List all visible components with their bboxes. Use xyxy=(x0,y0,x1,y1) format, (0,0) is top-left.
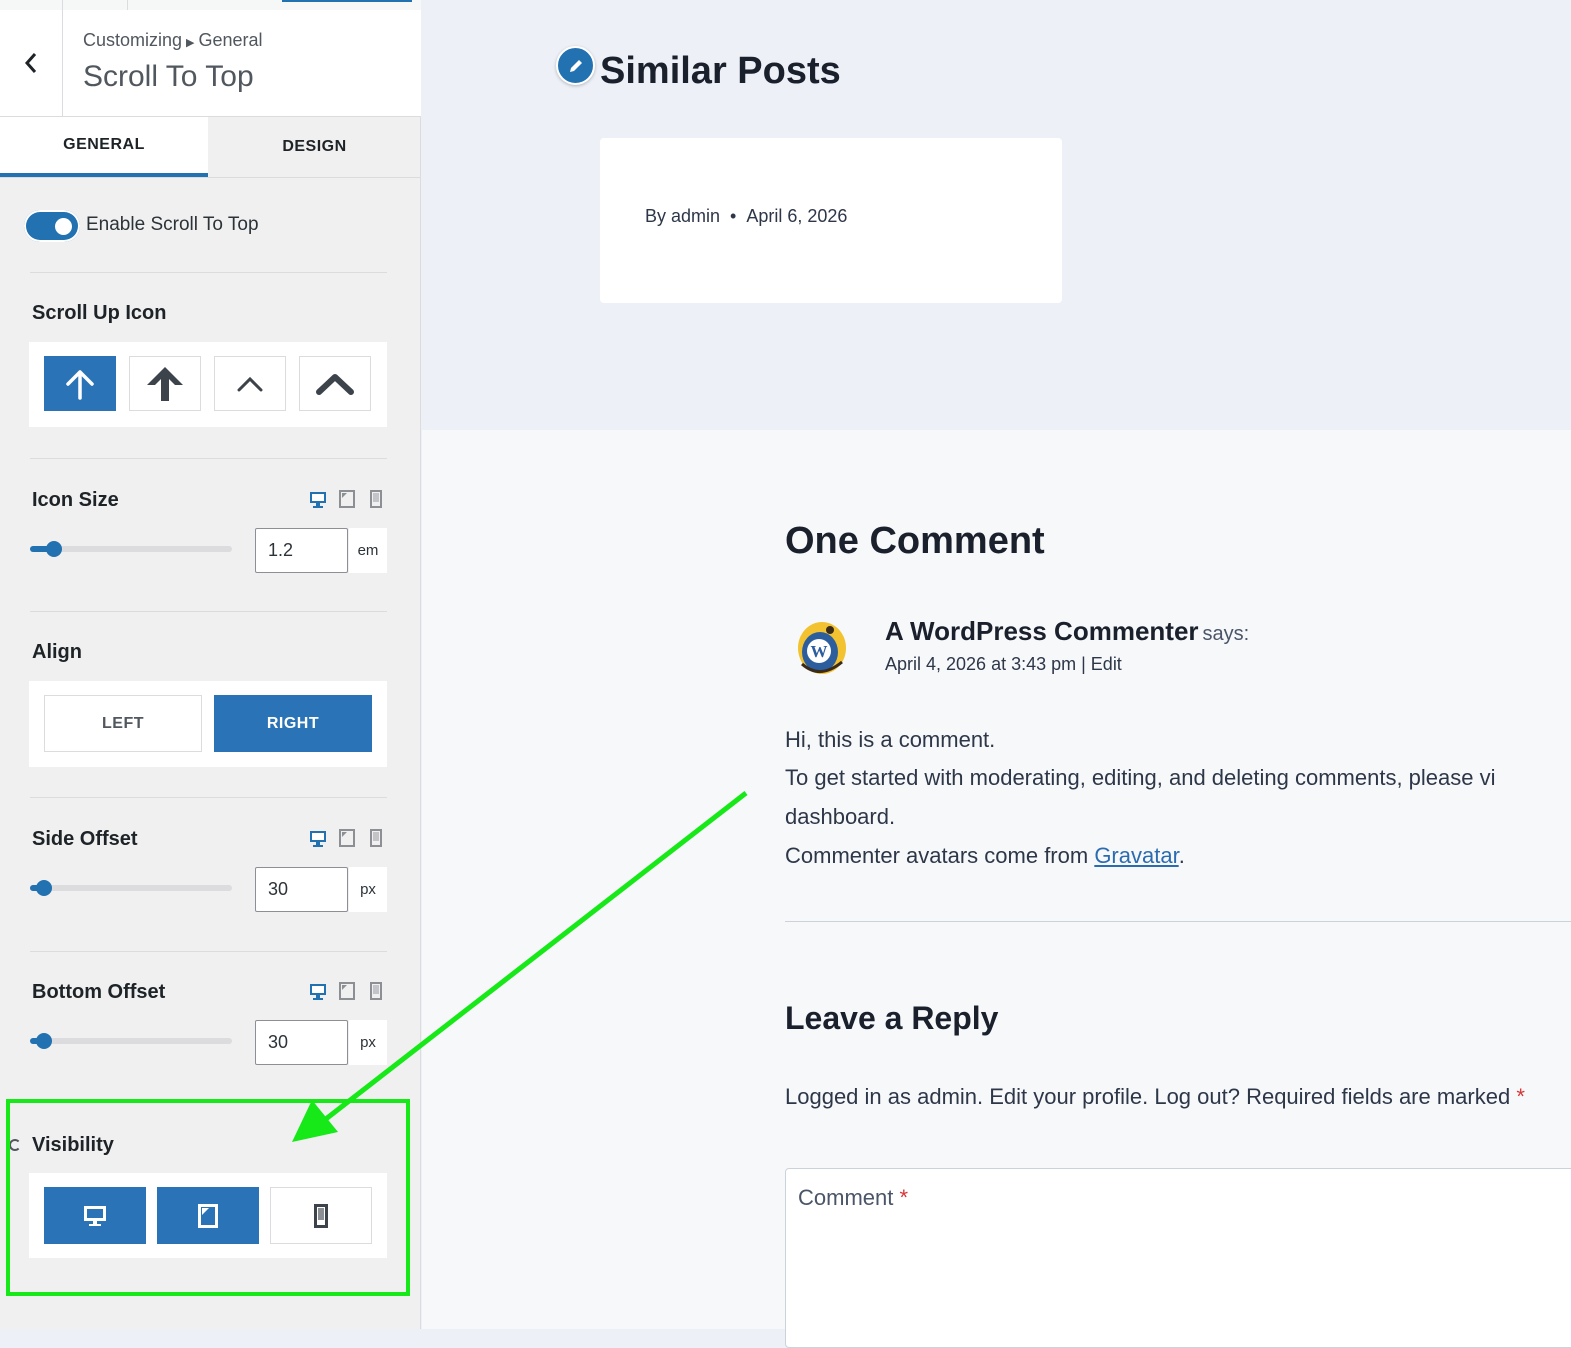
leave-reply-title: Leave a Reply xyxy=(785,1000,999,1036)
tab-general[interactable]: GENERAL xyxy=(0,117,208,177)
comment-field-label-text: Comment xyxy=(798,1185,894,1210)
divider xyxy=(30,272,387,273)
gravatar-suffix: . xyxy=(1178,843,1185,868)
divider xyxy=(30,951,387,952)
comment-date[interactable]: April 4, 2026 at 3:43 pm | Edit xyxy=(885,654,1122,675)
side-offset-slider[interactable] xyxy=(30,880,232,896)
desktop-icon xyxy=(84,1205,106,1226)
logged-in-text: Logged in as admin. Edit your profile. L… xyxy=(785,1084,1517,1109)
icon-option-chevron-up-bold[interactable] xyxy=(299,356,371,411)
post-meta: By admin • April 6, 2026 xyxy=(645,206,847,227)
side-offset-device-switcher xyxy=(309,829,385,847)
meta-separator: • xyxy=(730,206,737,226)
post-author: By admin xyxy=(645,206,721,226)
post-date: April 6, 2026 xyxy=(746,206,848,226)
logged-in-notice: Logged in as admin. Edit your profile. L… xyxy=(785,1084,1525,1110)
visibility-tablet-button[interactable] xyxy=(157,1187,259,1244)
tablet-icon[interactable] xyxy=(338,982,356,1000)
commenter-avatar: W xyxy=(790,618,850,680)
icon-size-input[interactable] xyxy=(255,528,348,573)
tablet-icon[interactable] xyxy=(338,829,356,847)
edit-shortcut-button[interactable] xyxy=(556,46,595,85)
comment-author-name[interactable]: A WordPress Commenter xyxy=(885,616,1199,646)
panel-title: Scroll To Top xyxy=(83,60,254,93)
align-right-button[interactable]: RIGHT xyxy=(214,695,372,752)
chevron-up-thin-icon xyxy=(237,376,263,391)
svg-text:W: W xyxy=(811,642,828,661)
chevron-left-icon xyxy=(24,53,37,73)
tablet-icon xyxy=(198,1203,218,1228)
visibility-mobile-button[interactable] xyxy=(270,1187,372,1244)
comment-textarea[interactable]: Comment * xyxy=(785,1168,1571,1348)
mobile-icon[interactable] xyxy=(367,982,385,1000)
bottom-offset-heading: Bottom Offset xyxy=(32,981,166,1003)
bottom-offset-input[interactable] xyxy=(255,1020,348,1065)
scroll-up-icon-options xyxy=(29,342,387,427)
side-offset-input[interactable] xyxy=(255,867,348,912)
customizer-sidebar: Customizing ▶ General Scroll To Top GENERA… xyxy=(0,0,421,1329)
side-offset-unit[interactable]: px xyxy=(349,867,387,912)
mobile-icon[interactable] xyxy=(367,490,385,508)
bottom-offset-unit[interactable]: px xyxy=(349,1020,387,1065)
icon-option-chevron-up-thin[interactable] xyxy=(214,356,286,411)
enable-scroll-label: Enable Scroll To Top xyxy=(86,214,259,235)
visibility-heading: Visibility xyxy=(32,1134,114,1156)
comment-says: says: xyxy=(1202,623,1250,645)
divider xyxy=(30,797,387,798)
comment-text-line: dashboard. xyxy=(785,804,896,829)
icon-size-unit[interactable]: em xyxy=(349,528,387,573)
divider xyxy=(30,611,387,612)
desktop-icon[interactable] xyxy=(309,490,327,508)
post-card[interactable]: By admin • April 6, 2026 xyxy=(600,138,1062,303)
icon-size-slider[interactable] xyxy=(30,541,232,557)
side-offset-heading: Side Offset xyxy=(32,828,138,850)
comment-text-line: Hi, this is a comment. xyxy=(785,727,996,752)
chevron-up-bold-icon xyxy=(316,373,354,395)
icon-size-heading: Icon Size xyxy=(32,489,119,511)
mobile-icon[interactable] xyxy=(367,829,385,847)
bottom-offset-device-switcher xyxy=(309,982,385,1000)
comments-title: One Comment xyxy=(785,520,1045,562)
icon-option-arrow-up-bold[interactable] xyxy=(129,356,201,411)
icon-option-arrow-up-thin[interactable] xyxy=(44,356,116,411)
breadcrumb-parent: Customizing xyxy=(83,30,183,50)
similar-posts-title: Similar Posts xyxy=(600,50,841,92)
breadcrumb-arrow-icon: ▶ xyxy=(186,37,195,49)
icon-size-device-switcher xyxy=(309,490,385,508)
comment-author[interactable]: A WordPress Commenter says: xyxy=(885,616,1249,647)
mobile-icon xyxy=(314,1203,328,1228)
customizer-header: Customizing ▶ General Scroll To Top xyxy=(0,10,421,117)
tab-design[interactable]: DESIGN xyxy=(208,117,421,177)
align-heading: Align xyxy=(32,641,82,663)
gravatar-prefix: Commenter avatars come from xyxy=(785,843,1095,868)
gravatar-link[interactable]: Gravatar xyxy=(1094,843,1178,868)
desktop-icon[interactable] xyxy=(309,829,327,847)
arrow-up-bold-icon xyxy=(147,366,183,401)
visibility-options xyxy=(29,1173,387,1258)
pencil-icon xyxy=(569,59,582,72)
visibility-desktop-button[interactable] xyxy=(44,1187,146,1244)
breadcrumb-section: General xyxy=(198,30,263,50)
align-options: LEFT RIGHT xyxy=(29,681,387,767)
comments-divider xyxy=(785,921,1571,922)
required-mark: * xyxy=(1516,1084,1525,1109)
enable-scroll-toggle[interactable] xyxy=(24,210,80,242)
tab-bar: GENERAL DESIGN xyxy=(0,117,421,178)
comment-field-label: Comment * xyxy=(798,1185,908,1211)
comment-required-mark: * xyxy=(899,1185,909,1210)
tablet-icon[interactable] xyxy=(338,490,356,508)
divider xyxy=(30,458,387,459)
breadcrumb: Customizing ▶ General xyxy=(83,30,263,51)
desktop-icon[interactable] xyxy=(309,982,327,1000)
arrow-up-thin-icon xyxy=(66,369,94,400)
comment-text-line: Commenter avatars come from Gravatar. xyxy=(785,843,1185,869)
reset-icon[interactable] xyxy=(9,1139,21,1151)
scroll-up-icon-heading: Scroll Up Icon xyxy=(32,302,167,324)
comment-text-line: To get started with moderating, editing,… xyxy=(785,765,1496,790)
back-button[interactable] xyxy=(0,10,63,116)
bottom-offset-slider[interactable] xyxy=(30,1033,232,1049)
align-left-button[interactable]: LEFT xyxy=(44,695,202,752)
